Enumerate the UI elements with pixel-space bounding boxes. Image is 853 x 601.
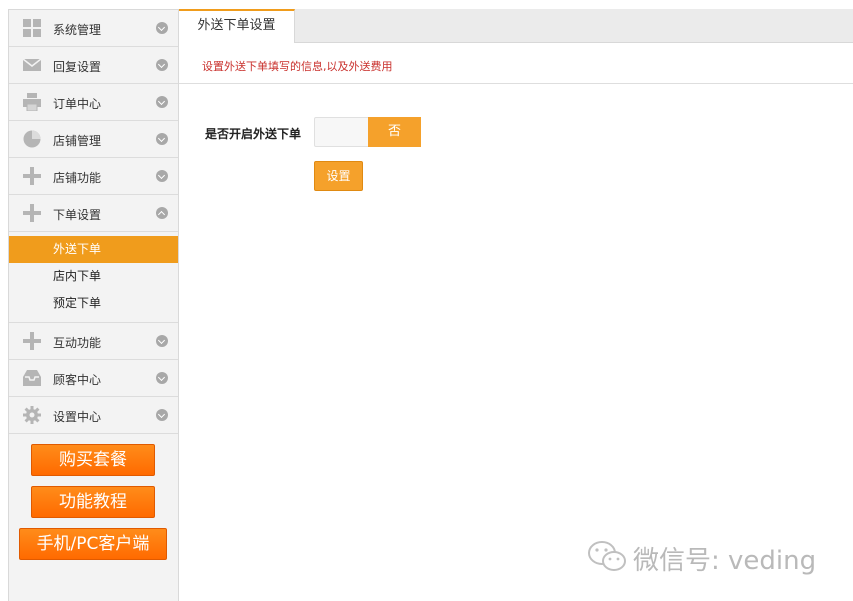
- menu-item-order-settings[interactable]: 下单设置: [9, 195, 178, 232]
- plus-icon: [23, 332, 41, 350]
- enable-delivery-label: 是否开启外送下单: [205, 127, 302, 141]
- gear-icon: [23, 406, 41, 424]
- menu-item-settings[interactable]: 设置中心: [9, 397, 178, 434]
- envelope-icon: [23, 58, 41, 71]
- plus-icon: [23, 167, 41, 185]
- menu-item-orders[interactable]: 订单中心: [9, 84, 178, 121]
- chevron-down-icon: [156, 22, 168, 34]
- submenu-item-delivery-order[interactable]: 外送下单: [9, 236, 178, 263]
- chevron-down-icon: [156, 170, 168, 182]
- wechat-icon: [588, 541, 626, 571]
- chevron-down-icon: [156, 409, 168, 421]
- page-description: 设置外送下单填写的信息,以及外送费用: [202, 60, 393, 73]
- menu-label: 店铺管理: [53, 134, 102, 148]
- menu-item-store-functions[interactable]: 店铺功能: [9, 158, 178, 195]
- menu-item-interaction[interactable]: 互动功能: [9, 323, 178, 360]
- buy-package-button[interactable]: 购买套餐: [31, 444, 155, 476]
- printer-icon: [23, 93, 41, 111]
- menu-label: 设置中心: [53, 410, 102, 424]
- menu-item-customers[interactable]: 顾客中心: [9, 360, 178, 397]
- chevron-up-icon: [156, 207, 168, 219]
- grid-icon: [23, 19, 41, 37]
- divider: [179, 83, 853, 84]
- client-download-button[interactable]: 手机/PC客户端: [19, 528, 167, 560]
- set-button[interactable]: 设置: [314, 161, 363, 191]
- toggle-value: 否: [368, 117, 421, 147]
- tutorial-button[interactable]: 功能教程: [31, 486, 155, 518]
- tab-delivery-order-settings[interactable]: 外送下单设置: [179, 9, 295, 43]
- menu-label: 系统管理: [53, 23, 102, 37]
- menu-label: 店铺功能: [53, 171, 102, 185]
- submenu-item-reservation-order[interactable]: 预定下单: [9, 290, 178, 317]
- menu-label: 下单设置: [53, 208, 102, 222]
- chevron-down-icon: [156, 59, 168, 71]
- enable-delivery-toggle[interactable]: 否: [314, 117, 421, 147]
- plus-icon: [23, 204, 41, 222]
- wechat-watermark: 微信号: veding: [587, 538, 827, 578]
- submenu-order-settings: 外送下单 店内下单 预定下单: [9, 232, 178, 323]
- chevron-down-icon: [156, 372, 168, 384]
- menu-item-system[interactable]: 系统管理: [9, 10, 178, 47]
- sidebar: 系统管理 回复设置 订单中心 店铺管理 店铺功能 下单设置 外送下单 店内下单 …: [8, 9, 179, 601]
- menu-label: 顾客中心: [53, 373, 102, 387]
- pie-chart-icon: [23, 130, 41, 148]
- menu-label: 回复设置: [53, 60, 102, 74]
- tab-bar: 外送下单设置: [179, 9, 853, 43]
- inbox-icon: [23, 370, 41, 386]
- menu-item-reply[interactable]: 回复设置: [9, 47, 178, 84]
- menu-label: 互动功能: [53, 336, 102, 350]
- chevron-down-icon: [156, 96, 168, 108]
- chevron-down-icon: [156, 335, 168, 347]
- menu-item-store-manage[interactable]: 店铺管理: [9, 121, 178, 158]
- submenu-item-dine-in-order[interactable]: 店内下单: [9, 263, 178, 290]
- chevron-down-icon: [156, 133, 168, 145]
- menu-label: 订单中心: [53, 97, 102, 111]
- watermark-text: 微信号: veding: [633, 546, 817, 576]
